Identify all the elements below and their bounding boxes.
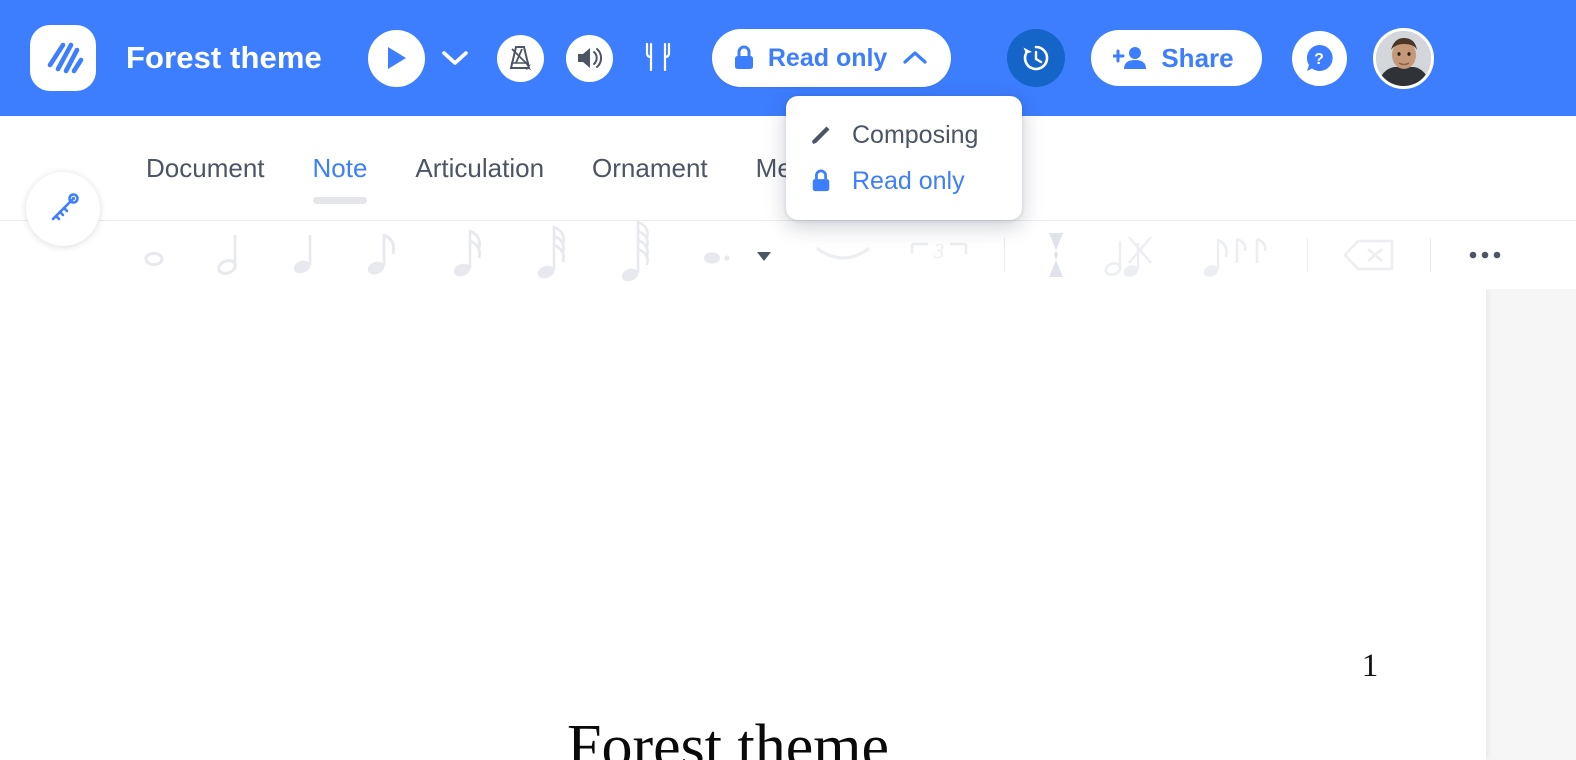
lock-icon bbox=[808, 168, 834, 194]
user-avatar bbox=[1375, 30, 1431, 86]
mode-label: Read only bbox=[767, 43, 888, 72]
volume-icon bbox=[578, 48, 603, 68]
whole-note-icon bbox=[144, 251, 164, 267]
quarter-note-button[interactable] bbox=[284, 227, 328, 283]
slur-button[interactable] bbox=[812, 241, 874, 269]
more-button[interactable] bbox=[1465, 247, 1505, 263]
toolbar-separator bbox=[1307, 238, 1308, 272]
mode-dropdown-menu: Composing Read only bbox=[786, 96, 1022, 220]
share-label: Share bbox=[1161, 42, 1234, 73]
mode-menu-item-composing[interactable]: Composing bbox=[786, 112, 1022, 158]
rest-icon bbox=[1049, 233, 1063, 277]
svg-text:?: ? bbox=[1314, 51, 1324, 68]
score-page[interactable]: 1 Forest theme Ocarina = 120 bbox=[0, 288, 1486, 760]
tab-articulation[interactable]: Articulation bbox=[415, 116, 544, 220]
lock-icon bbox=[734, 45, 753, 69]
tuning-fork-icon bbox=[646, 42, 671, 72]
whole-note-button[interactable] bbox=[132, 233, 176, 277]
quarter-note-icon bbox=[293, 235, 312, 274]
share-button[interactable]: Share bbox=[1091, 30, 1262, 86]
instrument-selector-button[interactable] bbox=[26, 172, 100, 246]
tab-ornament[interactable]: Ornament bbox=[592, 116, 708, 220]
sixtyfourth-note-icon bbox=[621, 220, 649, 282]
chevron-down-icon bbox=[442, 51, 468, 65]
sixteenth-note-button[interactable] bbox=[446, 224, 494, 286]
metronome-button[interactable]: x bbox=[496, 34, 544, 82]
flat-logo-icon[interactable] bbox=[30, 25, 96, 91]
half-note-icon bbox=[217, 235, 237, 275]
midi-device-button[interactable] bbox=[635, 35, 682, 82]
play-button[interactable] bbox=[367, 29, 425, 87]
thirtysecond-note-icon bbox=[537, 225, 565, 279]
help-button[interactable]: ? bbox=[1291, 30, 1347, 86]
rest-button[interactable] bbox=[1041, 229, 1071, 281]
mode-dropdown-button[interactable]: Read only bbox=[711, 29, 952, 87]
score-title[interactable]: Forest theme bbox=[0, 712, 1456, 760]
chevron-up-icon bbox=[903, 51, 927, 64]
triplet-icon: 3 bbox=[910, 239, 968, 263]
metronome-off-icon: x bbox=[510, 46, 531, 73]
pencil-icon bbox=[808, 123, 834, 147]
tab-note[interactable]: Note bbox=[312, 116, 367, 220]
dotted-note-button[interactable] bbox=[700, 240, 740, 270]
eighth-note-icon bbox=[367, 233, 396, 275]
avatar[interactable] bbox=[1372, 27, 1434, 89]
play-icon bbox=[388, 47, 407, 69]
svg-text:3: 3 bbox=[933, 239, 945, 263]
page-number: 1 bbox=[1361, 648, 1379, 684]
delete-button[interactable] bbox=[1342, 237, 1398, 273]
help-icon: ? bbox=[1307, 44, 1333, 71]
delete-icon bbox=[1343, 239, 1394, 271]
tie-cut-icon bbox=[1104, 236, 1152, 277]
playback-options-button[interactable] bbox=[435, 38, 475, 78]
toolbar-separator bbox=[1430, 238, 1431, 272]
volume-button[interactable] bbox=[565, 34, 613, 82]
thirtysecond-note-button[interactable] bbox=[530, 222, 578, 288]
note-toolbar: 3 bbox=[0, 220, 1576, 289]
add-person-icon bbox=[1113, 47, 1147, 69]
sixteenth-note-icon bbox=[453, 229, 481, 277]
flute-icon bbox=[51, 193, 79, 221]
dotted-note-icon bbox=[704, 252, 730, 264]
mode-menu-item-composing-label: Composing bbox=[852, 120, 979, 149]
transport-controls: x bbox=[322, 29, 682, 87]
beam-icon bbox=[1203, 237, 1267, 277]
beam-button[interactable] bbox=[1201, 229, 1277, 281]
svg-text:x: x bbox=[526, 62, 531, 73]
half-note-button[interactable] bbox=[209, 227, 253, 283]
app-header: Forest theme x Read only Share ? bbox=[0, 0, 1576, 116]
flat-editor-window: Forest theme x Read only Share ? Composi… bbox=[0, 0, 1576, 760]
eighth-note-button[interactable] bbox=[360, 226, 408, 284]
tuplet-button[interactable]: 3 bbox=[904, 238, 974, 272]
mode-menu-item-read-only-label: Read only bbox=[852, 166, 965, 195]
tie-cut-button[interactable] bbox=[1103, 229, 1165, 281]
toolbar-separator bbox=[1004, 238, 1005, 272]
caret-down-icon bbox=[757, 252, 771, 261]
slur-icon bbox=[816, 247, 870, 260]
ellipsis-icon bbox=[1469, 251, 1501, 259]
sixtyfourth-note-button[interactable] bbox=[614, 219, 662, 291]
tab-document[interactable]: Document bbox=[146, 116, 265, 220]
history-icon bbox=[1023, 45, 1049, 71]
history-button[interactable] bbox=[1007, 29, 1066, 87]
document-title[interactable]: Forest theme bbox=[126, 40, 322, 76]
dotted-note-dropdown[interactable] bbox=[752, 245, 776, 265]
mode-menu-item-read-only[interactable]: Read only bbox=[786, 158, 1022, 204]
